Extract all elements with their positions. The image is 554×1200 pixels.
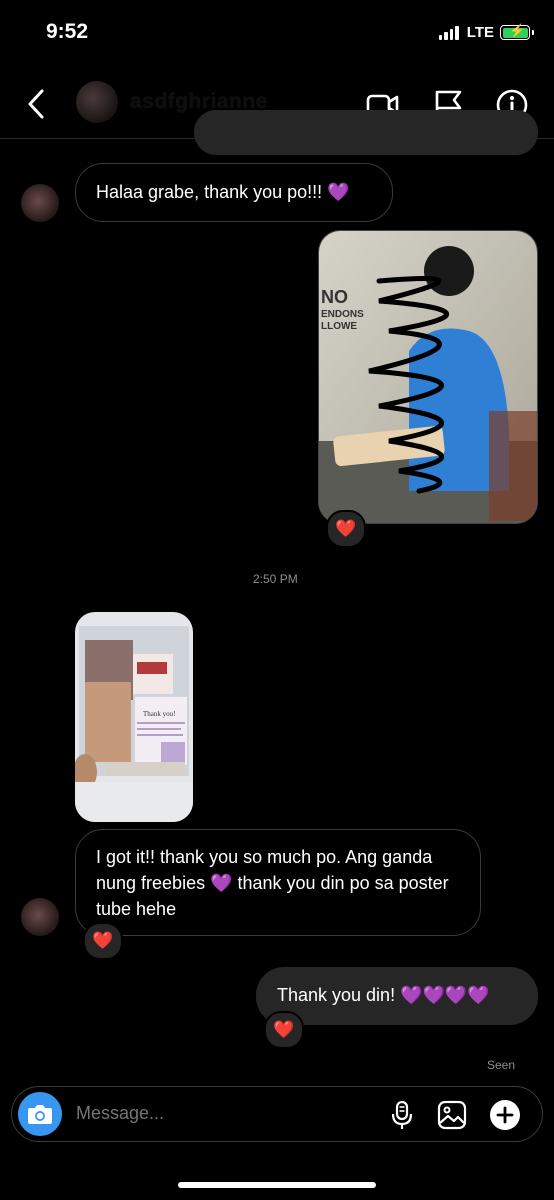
svg-text:NO: NO [321, 287, 348, 307]
status-indicators: LTE ⚡ [438, 23, 534, 41]
received-photo[interactable]: Thank you! [75, 612, 193, 822]
heart-reaction[interactable]: ❤️ [264, 1011, 304, 1049]
sender-avatar[interactable] [21, 184, 59, 222]
battery-charging-icon: ⚡ [500, 23, 534, 40]
gallery-icon[interactable] [436, 1099, 468, 1131]
seen-indicator: Seen [487, 1058, 516, 1072]
svg-text:ENDONS: ENDONS [321, 309, 364, 320]
message-text: I got it!! thank you so much po. Ang gan… [96, 847, 449, 919]
photo-courier: NO ENDONS LLOWE [319, 231, 537, 523]
message-bubble[interactable]: I got it!! thank you so much po. Ang gan… [75, 829, 481, 936]
svg-text:LLOWE: LLOWE [321, 321, 357, 332]
add-icon[interactable] [489, 1099, 521, 1131]
previous-message-bubble[interactable] [194, 110, 538, 155]
signal-icon [438, 25, 459, 40]
message-text: Halaa grabe, thank you po!!! 💜 [96, 182, 350, 202]
svg-text:Thank you!: Thank you! [143, 710, 175, 718]
sent-photo[interactable]: NO ENDONS LLOWE [318, 230, 538, 524]
sender-avatar[interactable] [21, 898, 59, 936]
camera-icon [28, 1105, 52, 1124]
message-composer [11, 1086, 543, 1142]
message-text: Thank you din! 💜💜💜💜 [277, 985, 490, 1005]
heart-reaction[interactable]: ❤️ [83, 922, 123, 960]
microphone-icon[interactable] [386, 1099, 418, 1131]
camera-button[interactable] [18, 1092, 62, 1136]
message-timestamp: 2:50 PM [253, 572, 298, 586]
contact-avatar[interactable] [76, 81, 118, 123]
back-icon[interactable] [24, 88, 50, 120]
photo-freebies: Thank you! [75, 612, 193, 822]
message-input[interactable] [76, 1103, 356, 1124]
message-bubble[interactable]: Halaa grabe, thank you po!!! 💜 [75, 163, 393, 222]
status-time: 9:52 [46, 20, 89, 43]
network-type: LTE [466, 24, 494, 41]
home-indicator [178, 1182, 376, 1188]
heart-reaction[interactable]: ❤️ [326, 510, 366, 548]
